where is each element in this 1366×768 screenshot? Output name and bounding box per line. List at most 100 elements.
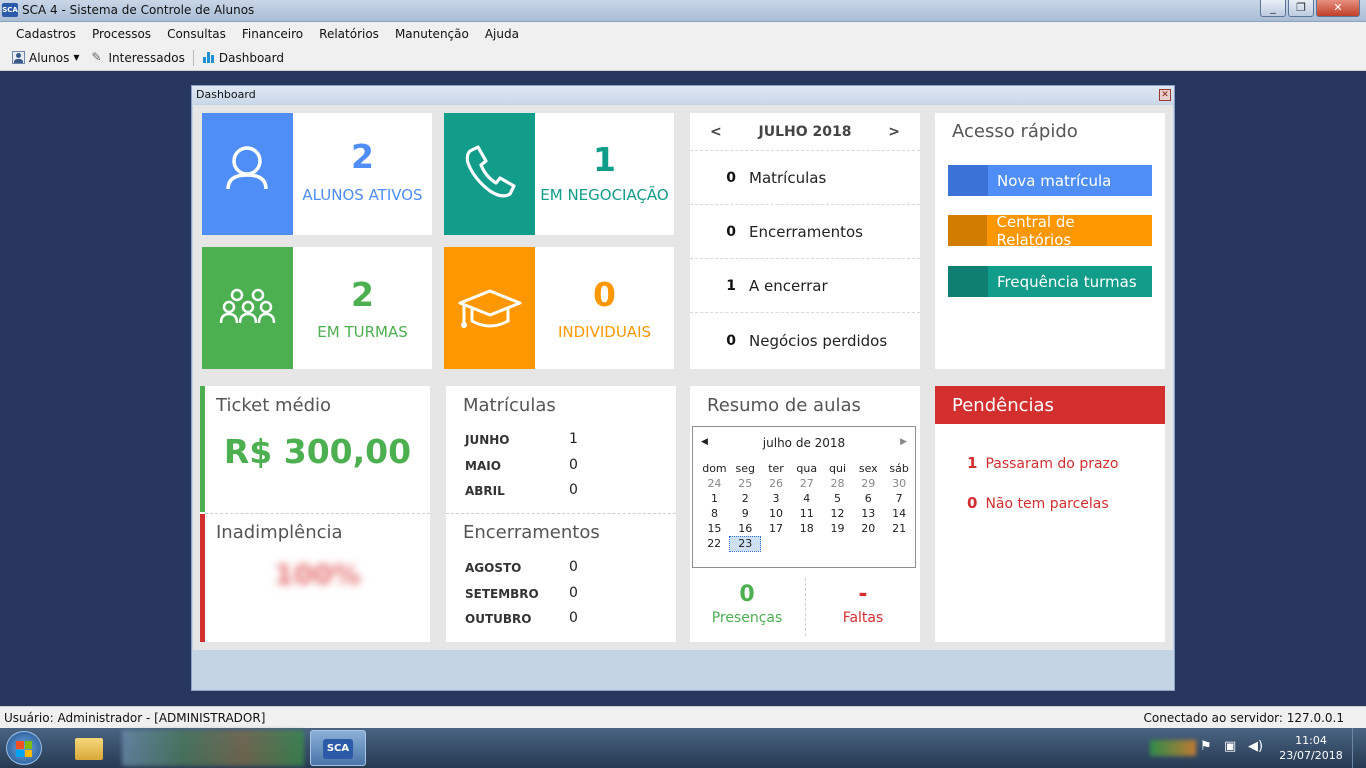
phone-icon (444, 113, 535, 235)
menu-consultas[interactable]: Consultas (159, 27, 234, 41)
pendencia-item[interactable]: 1 Passaram do prazo (967, 454, 1118, 472)
calendar-day[interactable]: 30 (884, 476, 915, 491)
calendar-today[interactable]: 23 (729, 535, 762, 552)
status-bar: Usuário: Administrador - [ADMINISTRADOR]… (0, 706, 1366, 728)
volume-icon[interactable]: ◀) (1248, 739, 1263, 754)
matriculas-month: MAIO (465, 459, 501, 473)
calendar-day[interactable]: 4 (791, 491, 822, 506)
title-bar: SCA SCA 4 - Sistema de Controle de Aluno… (0, 0, 1366, 22)
status-server: Conectado ao servidor: 127.0.0.1 (1143, 711, 1344, 725)
interessados-label: Interessados (108, 50, 185, 65)
calendar-day[interactable]: 29 (853, 476, 884, 491)
panel-divider (446, 513, 676, 514)
central-relatorios-button[interactable]: Central de Relatórios (948, 213, 1152, 249)
clock-time: 11:04 (1295, 734, 1327, 747)
dashboard-title: Dashboard (192, 86, 1174, 104)
blurred-taskbar-button[interactable] (122, 730, 304, 766)
frequencia-turmas-button[interactable]: Frequência turmas (948, 266, 1152, 297)
clock[interactable]: 11:04 23/07/2018 (1276, 733, 1346, 763)
interessados-button[interactable]: ✎ Interessados (86, 51, 191, 65)
menu-relatorios[interactable]: Relatórios (311, 27, 387, 41)
month-calendar[interactable]: ◀ julho de 2018 ▶ dom seg ter qua qui sex sáb … (692, 426, 916, 568)
tile-em-negociacao[interactable]: 1 EM NEGOCIAÇÃO (444, 113, 674, 235)
encerramentos-title: Encerramentos (463, 522, 600, 543)
calendar-day[interactable]: 3 (761, 491, 792, 506)
calendar-day[interactable]: 6 (853, 491, 884, 506)
calendar-day[interactable]: 26 (761, 476, 792, 491)
calendar-day[interactable]: 15 (699, 521, 730, 536)
weekday-label: qui (829, 462, 847, 475)
calendar-day[interactable]: 7 (884, 491, 915, 506)
calendar-day[interactable]: 16 (730, 521, 761, 536)
menu-cadastros[interactable]: Cadastros (8, 27, 84, 41)
calendar-day[interactable]: 28 (822, 476, 853, 491)
dashboard-close-button[interactable]: ✕ (1159, 89, 1171, 101)
menu-financeiro[interactable]: Financeiro (234, 27, 311, 41)
calendar-day[interactable]: 12 (822, 506, 853, 521)
alunos-ativos-value: 2 (351, 137, 374, 176)
menu-manutencao[interactable]: Manutenção (387, 27, 477, 41)
calendar-summary-month: JULHO 2018 (758, 123, 852, 140)
button-swatch (948, 215, 988, 246)
explorer-taskbar-button[interactable] (70, 732, 108, 764)
ticket-value: R$ 300,00 (223, 432, 412, 471)
inadimplencia-value: 100% (274, 558, 361, 591)
alunos-button[interactable]: Alunos ▼ (6, 51, 86, 65)
calendar-month-title[interactable]: julho de 2018 (693, 436, 915, 450)
calendar-next-icon[interactable]: ▶ (900, 437, 907, 447)
calendar-day[interactable]: 8 (699, 506, 730, 521)
calendar-day[interactable]: 18 (791, 521, 822, 536)
weekday-label: sáb (889, 462, 909, 475)
menu-ajuda[interactable]: Ajuda (477, 27, 527, 41)
calendar-day[interactable]: 5 (822, 491, 853, 506)
calendar-day[interactable]: 17 (761, 521, 792, 536)
nova-matricula-button[interactable]: Nova matrícula (948, 165, 1152, 196)
calendar-day[interactable]: 9 (730, 506, 761, 521)
pendencia-item[interactable]: 0 Não tem parcelas (967, 494, 1109, 512)
calendar-day[interactable]: 2 (730, 491, 761, 506)
network-icon[interactable]: ▣ (1224, 739, 1236, 754)
tile-individuais[interactable]: 0 INDIVIDUAIS (444, 247, 674, 369)
calendar-day (884, 536, 915, 551)
calendar-day[interactable]: 27 (791, 476, 822, 491)
calendar-day[interactable]: 21 (884, 521, 915, 536)
close-button[interactable]: ✕ (1316, 0, 1360, 17)
windows-logo-icon (16, 741, 32, 757)
weekday-header: dom seg ter qua qui sex sáb (699, 461, 915, 476)
button-swatch (948, 165, 988, 196)
calendar-day[interactable]: 13 (853, 506, 884, 521)
show-desktop-button[interactable] (1352, 728, 1366, 768)
next-month-button[interactable]: > (888, 124, 900, 140)
calendar-day[interactable]: 24 (699, 476, 730, 491)
calendar-day[interactable]: 14 (884, 506, 915, 521)
calendar-day[interactable]: 11 (791, 506, 822, 521)
maximize-button[interactable]: ❐ (1288, 0, 1314, 17)
prev-month-button[interactable]: < (710, 124, 722, 140)
tile-em-turmas[interactable]: 2 EM TURMAS (202, 247, 432, 369)
start-button[interactable] (6, 731, 42, 765)
calendar-day[interactable]: 22 (699, 536, 730, 551)
sca-app-icon: SCA (323, 739, 353, 759)
faltas-label: Faltas (842, 610, 884, 626)
calendar-day (853, 536, 884, 551)
tile-alunos-ativos[interactable]: 2 ALUNOS ATIVOS (202, 113, 432, 235)
calendar-day[interactable]: 1 (699, 491, 730, 506)
student-icon (12, 51, 25, 64)
calendar-week: 8 9 10 11 12 13 14 (699, 506, 915, 521)
calendar-week: 15 16 17 18 19 20 21 (699, 521, 915, 536)
calendar-day[interactable]: 25 (730, 476, 761, 491)
sca-taskbar-button[interactable]: SCA (310, 730, 366, 766)
dashboard-button[interactable]: Dashboard (196, 51, 290, 65)
calendar-grid: dom seg ter qua qui sex sáb 24 25 26 27 28 29 30 1 2 3 4… (699, 461, 915, 552)
encerramentos-count: 0 (569, 585, 578, 601)
encerramentos-month: OUTUBRO (465, 612, 532, 626)
calendar-day[interactable]: 10 (761, 506, 792, 521)
individuais-value: 0 (593, 275, 616, 314)
calendar-day[interactable]: 19 (822, 521, 853, 536)
calendar-day[interactable]: 20 (853, 521, 884, 536)
pendencias-panel: Pendências 1 Passaram do prazo 0 Não tem p… (935, 386, 1165, 642)
flag-icon[interactable]: ⚑ (1200, 739, 1212, 754)
menu-processos[interactable]: Processos (84, 27, 159, 41)
minimize-button[interactable]: _ (1260, 0, 1286, 17)
dropdown-arrow-icon[interactable]: ▼ (73, 53, 79, 62)
